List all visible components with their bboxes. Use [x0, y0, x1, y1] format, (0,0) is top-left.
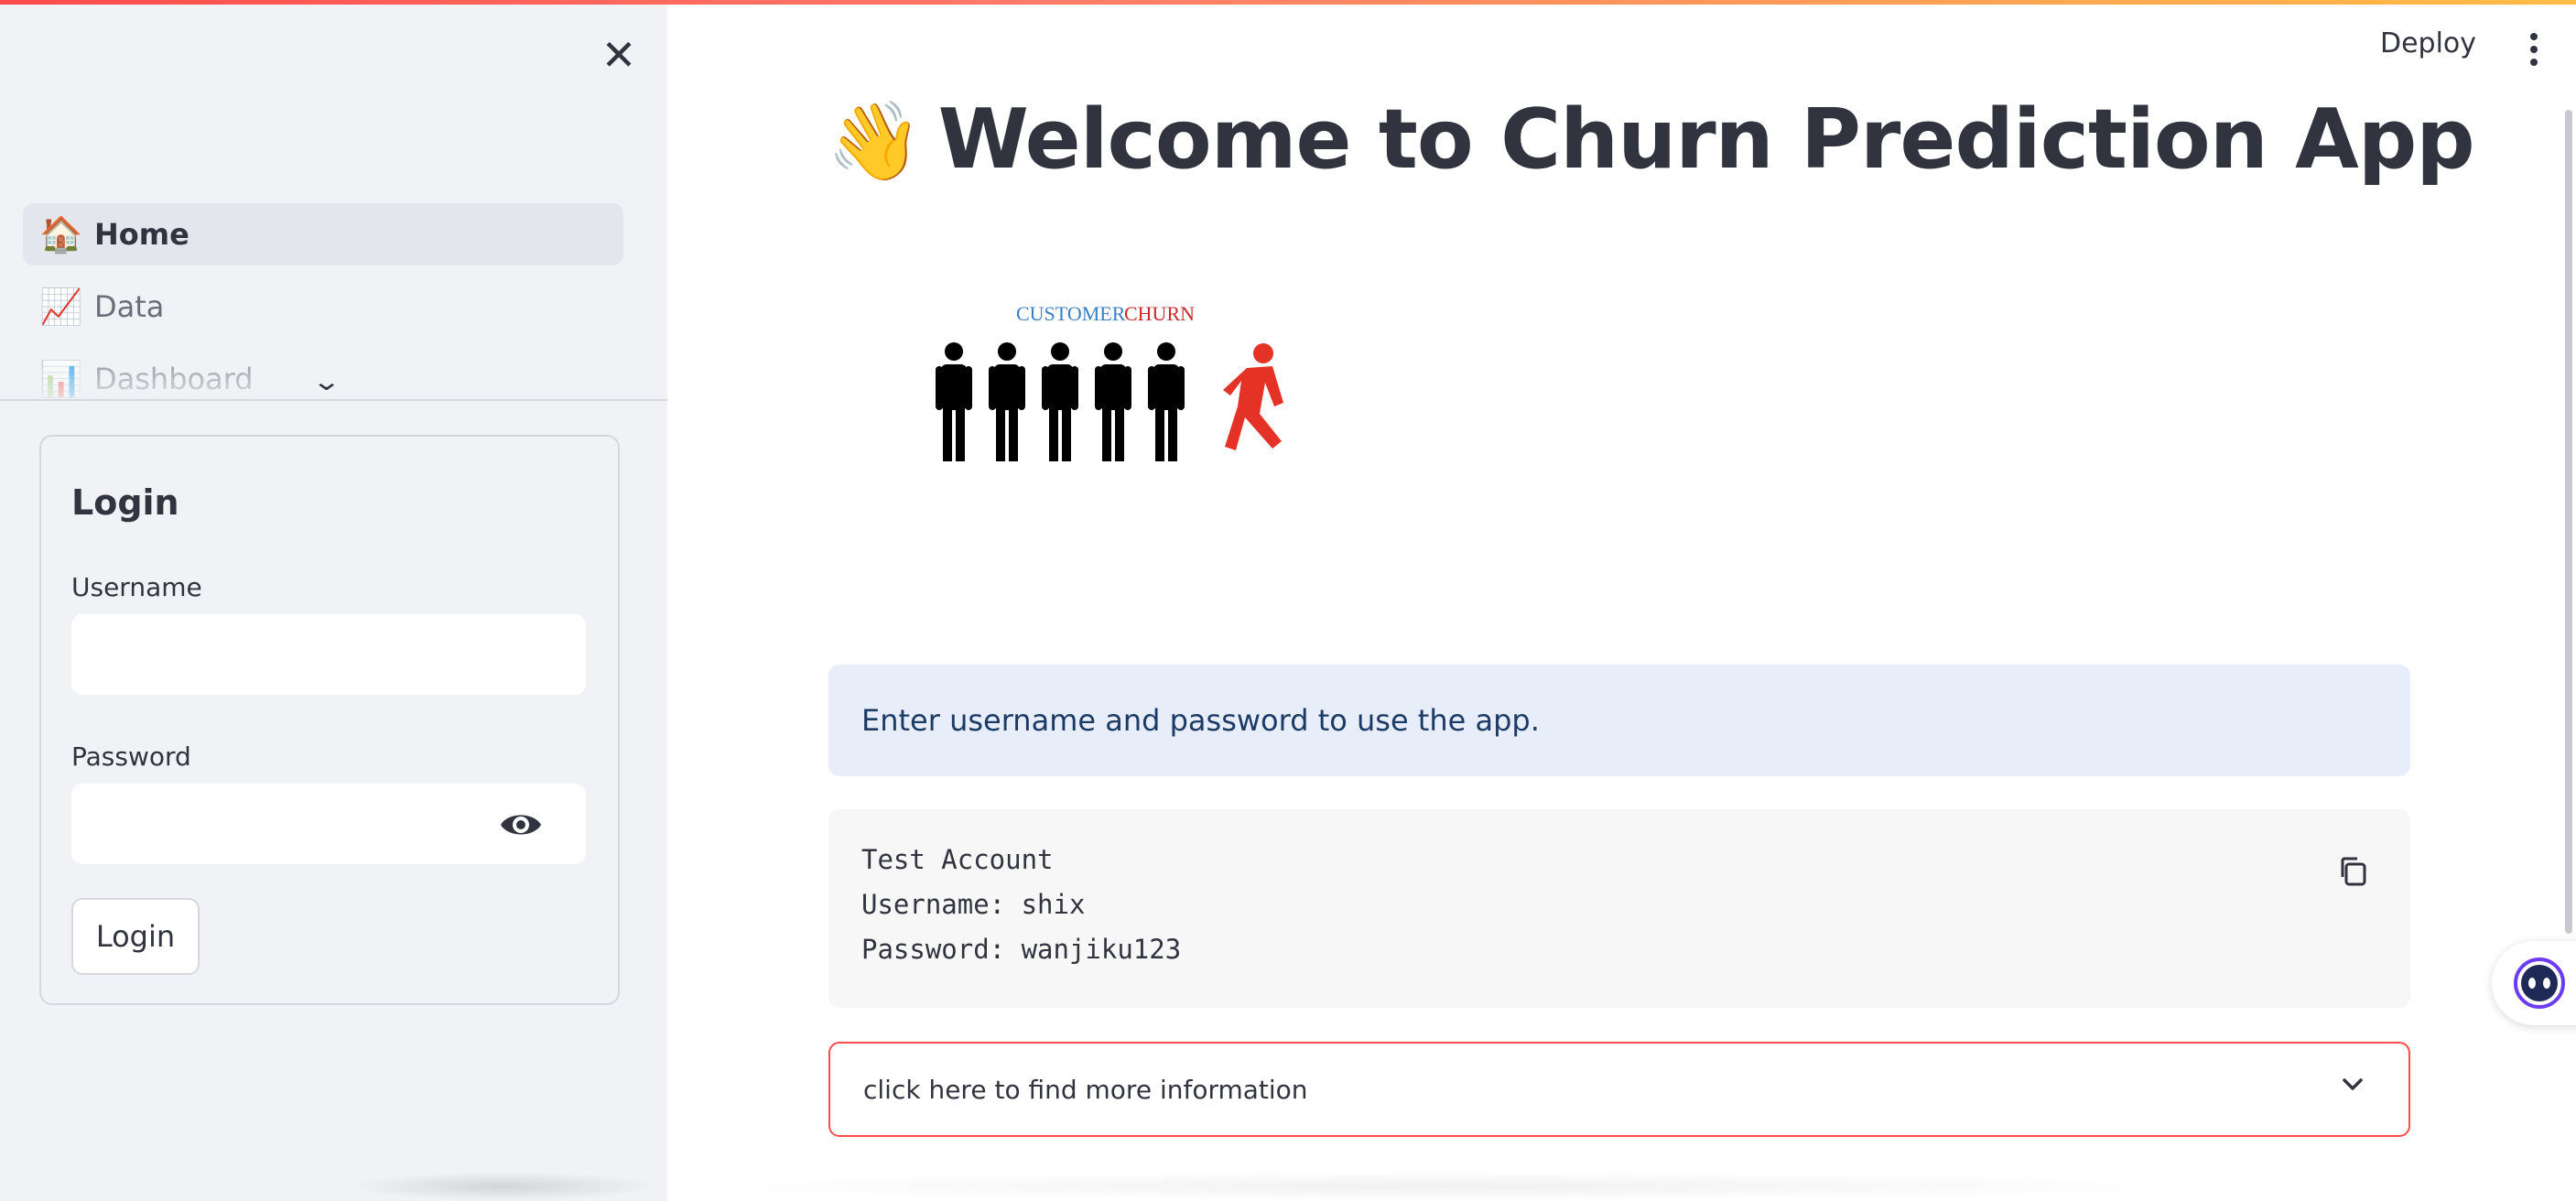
image-caption-churn: CHURN — [1124, 302, 1195, 325]
code-block: Test Account Username: shix Password: wa… — [828, 809, 2410, 1008]
bar-chart-icon: 📊 — [39, 359, 83, 399]
page-title: 👋 Welcome to Churn Prediction App — [827, 92, 2475, 188]
customer-churn-image: CUSTOMER CHURN — [936, 302, 1283, 461]
image-caption-customer: CUSTOMER — [1016, 302, 1126, 325]
house-icon: 🏠 — [39, 214, 83, 254]
username-label: Username — [71, 572, 202, 602]
sidebar-item-label: Home — [94, 217, 189, 252]
copy-icon[interactable] — [2335, 853, 2372, 890]
page-title-text: Welcome to Churn Prediction App — [937, 92, 2475, 188]
expander-label: click here to find more information — [863, 1074, 1308, 1105]
close-icon: ✕ — [601, 30, 637, 80]
floating-assistant-button[interactable] — [2492, 941, 2576, 1025]
sidebar-item-label: Data — [94, 289, 165, 324]
chevron-down-icon[interactable]: ⌄ — [311, 366, 341, 396]
sidebar-item-label: Dashboard — [94, 362, 254, 396]
bottom-shadow — [667, 1172, 2224, 1201]
sidebar-bottom-shadow — [348, 1172, 659, 1201]
assistant-face-icon — [2514, 958, 2565, 1009]
code-line: Password: wanjiku123 — [861, 934, 1182, 965]
sidebar: ✕ 🏠 Home 📈 Data 📊 Dashboard ⌄ Login User… — [0, 0, 667, 1201]
login-title: Login — [71, 482, 179, 523]
code-line: Test Account — [861, 844, 1054, 875]
info-alert-text: Enter username and password to use the a… — [861, 703, 1540, 738]
login-form: Login Username Password Login — [39, 435, 620, 1005]
sidebar-divider — [0, 399, 667, 401]
info-expander[interactable]: click here to find more information — [828, 1042, 2410, 1137]
sidebar-item-home[interactable]: 🏠 Home — [23, 203, 623, 265]
password-label: Password — [71, 741, 191, 772]
close-sidebar-button[interactable]: ✕ — [593, 29, 644, 81]
deploy-button[interactable]: Deploy — [2380, 27, 2476, 60]
info-alert: Enter username and password to use the a… — [828, 665, 2410, 776]
customer-figures — [936, 342, 1185, 461]
sidebar-item-data[interactable]: 📈 Data — [23, 276, 623, 338]
code-line: Username: shix — [861, 889, 1086, 920]
chevron-down-icon — [2343, 1078, 2363, 1090]
line-chart-icon: 📈 — [39, 287, 83, 327]
username-field[interactable] — [71, 614, 586, 695]
top-decoration-bar — [0, 0, 2576, 5]
main-scrollbar[interactable] — [2565, 110, 2572, 934]
churning-figure — [1223, 343, 1283, 450]
kebab-menu-icon[interactable] — [2527, 33, 2541, 70]
login-button[interactable]: Login — [71, 898, 200, 975]
eye-icon[interactable] — [499, 808, 543, 841]
waving-hand-icon: 👋 — [827, 96, 923, 186]
